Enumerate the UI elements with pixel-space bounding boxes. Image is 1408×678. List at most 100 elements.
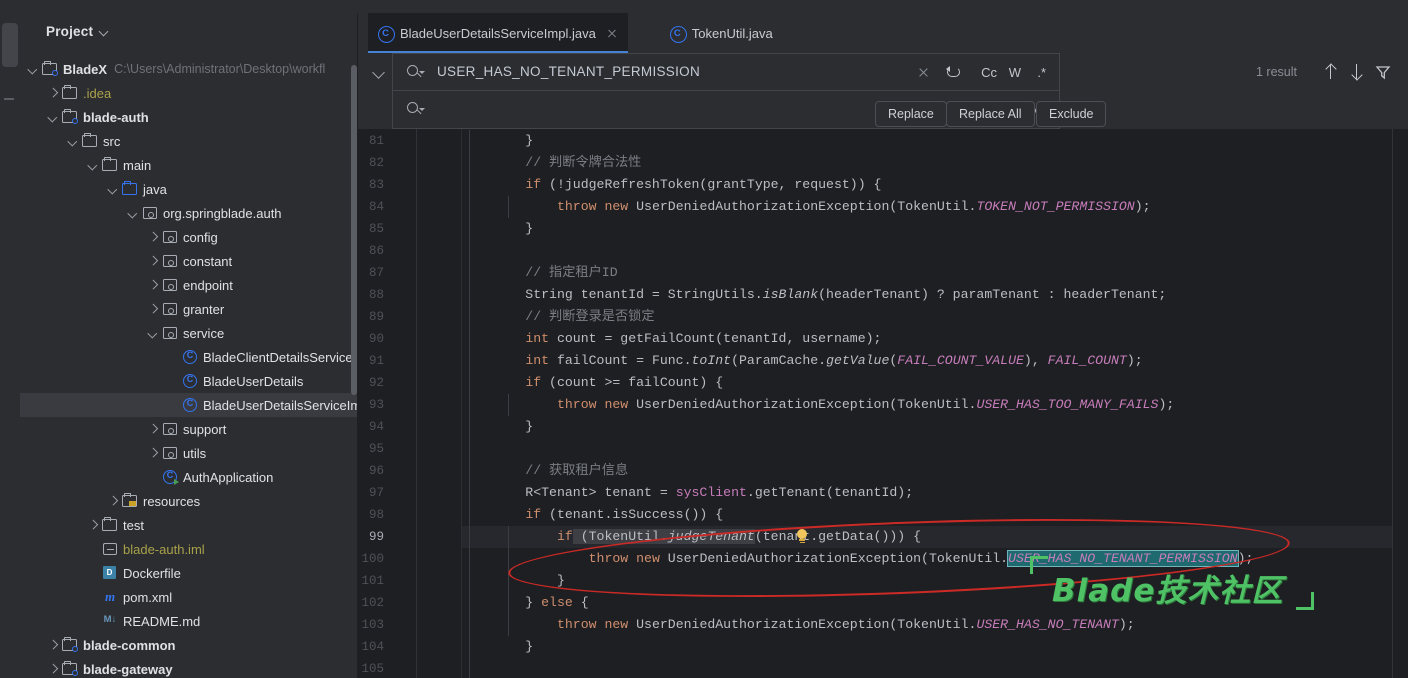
code-line[interactable]: } else {: [462, 592, 588, 614]
code-token: if: [525, 177, 542, 192]
tree-item-bladeuserdetails[interactable]: BladeUserDetails: [20, 369, 358, 393]
code-line[interactable]: }: [462, 416, 533, 438]
tree-item-service[interactable]: service: [20, 321, 358, 345]
tree-item-blade-common[interactable]: blade-common: [20, 633, 358, 657]
code-line[interactable]: // 判断令牌合法性: [462, 152, 641, 174]
tree-item-config[interactable]: config: [20, 225, 358, 249]
code-line[interactable]: }: [462, 636, 533, 658]
tree-item-src[interactable]: src: [20, 129, 358, 153]
code-token: int: [525, 353, 550, 368]
filter-icon[interactable]: [1375, 64, 1391, 80]
package-icon: [162, 421, 178, 437]
close-icon[interactable]: [606, 27, 618, 39]
line-number: 89: [368, 310, 384, 324]
editor-gutter[interactable]: 81 82 83 84 85 86 87 88 89 90 91 92 93 94 95 96 97 98 99 10…: [358, 129, 462, 678]
chevron-down-icon[interactable]: [148, 328, 159, 339]
replace-search-icon[interactable]: [407, 102, 425, 117]
project-panel-header[interactable]: Project: [20, 13, 358, 49]
chevron-right-icon[interactable]: [148, 448, 159, 459]
exclude-button[interactable]: Exclude: [1036, 101, 1107, 127]
code-line[interactable]: String tenantId = StringUtils.isBlank(he…: [462, 284, 1166, 306]
code-line[interactable]: int count = getFailCount(tenantId, usern…: [462, 328, 881, 350]
find-field-row[interactable]: USER_HAS_NO_TENANT_PERMISSION Cc W .*: [392, 53, 1060, 91]
next-match-icon[interactable]: [1349, 64, 1365, 80]
chevron-right-icon[interactable]: [148, 232, 159, 243]
collapse-find-icon[interactable]: [372, 65, 386, 79]
tree-item-resources[interactable]: resources: [20, 489, 358, 513]
tool-window-stripe-left[interactable]: [0, 13, 20, 678]
clear-search-icon[interactable]: [918, 67, 929, 78]
code-line[interactable]: }: [462, 218, 533, 240]
tree-item-org-springblade-auth[interactable]: org.springblade.auth: [20, 201, 358, 225]
project-tool-window-button[interactable]: [2, 23, 18, 67]
regex-toggle[interactable]: .*: [1037, 65, 1046, 80]
tree-item-main[interactable]: main: [20, 153, 358, 177]
chevron-down-icon[interactable]: [128, 208, 139, 219]
tree-item-blade-gateway[interactable]: blade-gateway: [20, 657, 358, 678]
tree-item-test[interactable]: test: [20, 513, 358, 537]
tree-item-bladeclientdetailsservicei[interactable]: BladeClientDetailsServiceI: [20, 345, 358, 369]
tree-item-authapplication[interactable]: AuthApplication: [20, 465, 358, 489]
tree-item-bladex[interactable]: BladeX C:\Users\Administrator\Desktop\wor…: [20, 57, 358, 81]
tree-item-endpoint[interactable]: endpoint: [20, 273, 358, 297]
code-line[interactable]: throw new UserDeniedAuthorizationExcepti…: [462, 196, 1151, 218]
tree-item-utils[interactable]: utils: [20, 441, 358, 465]
code-line[interactable]: if (count >= failCount) {: [462, 372, 723, 394]
replace-button[interactable]: Replace: [875, 101, 947, 127]
tree-item-blade-auth-iml[interactable]: blade-auth.iml: [20, 537, 358, 561]
chevron-right-icon[interactable]: [88, 520, 99, 531]
tree-item-pom-xml[interactable]: m pom.xml: [20, 585, 358, 609]
multiline-search-icon[interactable]: [946, 66, 963, 80]
code-token: USER_HAS_TOO_MANY_FAILS: [976, 397, 1159, 412]
tree-item-readme-md[interactable]: M↓ README.md: [20, 609, 358, 633]
code-line[interactable]: if (!judgeRefreshToken(grantType, reques…: [462, 174, 881, 196]
search-icon[interactable]: [407, 65, 425, 80]
chevron-down-icon[interactable]: [28, 64, 39, 75]
code-line[interactable]: R<Tenant> tenant = sysClient.getTenant(t…: [462, 482, 913, 504]
prev-match-icon[interactable]: [1323, 64, 1339, 80]
editor-tab-bar[interactable]: BladeUserDetailsServiceImpl.java TokenUti…: [358, 13, 1408, 53]
code-line[interactable]: // 获取租户信息: [462, 460, 628, 482]
tree-item-constant[interactable]: constant: [20, 249, 358, 273]
tree-item-bladeuserdetailsserviceim[interactable]: BladeUserDetailsServiceIm: [20, 393, 361, 417]
chevron-right-icon[interactable]: [148, 256, 159, 267]
project-tree[interactable]: BladeX C:\Users\Administrator\Desktop\wor…: [20, 57, 361, 678]
chevron-down-icon[interactable]: [100, 27, 109, 36]
chevron-right-icon[interactable]: [148, 304, 159, 315]
code-line[interactable]: throw new UserDeniedAuthorizationExcepti…: [462, 614, 1135, 636]
find-input-value[interactable]: USER_HAS_NO_TENANT_PERMISSION: [437, 64, 700, 79]
line-number: 84: [368, 200, 384, 214]
replace-all-button[interactable]: Replace All: [946, 101, 1035, 127]
code-line[interactable]: }: [462, 130, 533, 152]
code-line[interactable]: // 判断登录是否锁定: [462, 306, 654, 328]
code-line[interactable]: if (tenant.isSuccess()) {: [462, 504, 723, 526]
editor-tab-2[interactable]: TokenUtil.java: [660, 13, 783, 53]
chevron-right-icon[interactable]: [108, 496, 119, 507]
tree-item-blade-auth[interactable]: blade-auth: [20, 105, 358, 129]
tree-item-dockerfile[interactable]: Dockerfile: [20, 561, 358, 585]
code-token: }: [462, 133, 534, 148]
code-token: if: [556, 529, 573, 544]
chevron-right-icon[interactable]: [48, 664, 59, 675]
code-line[interactable]: int failCount = Func.toInt(ParamCache.ge…: [462, 350, 1142, 372]
chevron-down-icon[interactable]: [48, 112, 59, 123]
tree-item-support[interactable]: support: [20, 417, 358, 441]
match-case-toggle[interactable]: Cc: [981, 65, 997, 80]
tree-item-granter[interactable]: granter: [20, 297, 358, 321]
chevron-right-icon[interactable]: [148, 424, 159, 435]
code-line[interactable]: // 指定租户ID: [462, 262, 617, 284]
words-toggle[interactable]: W: [1009, 65, 1021, 80]
chevron-down-icon[interactable]: [108, 184, 119, 195]
chevron-right-icon[interactable]: [48, 88, 59, 99]
tree-item-java[interactable]: java: [20, 177, 358, 201]
chevron-down-icon[interactable]: [88, 160, 99, 171]
chevron-down-icon[interactable]: [68, 136, 79, 147]
tree-item-idea[interactable]: .idea: [20, 81, 358, 105]
chevron-right-icon[interactable]: [48, 640, 59, 651]
editor-tab-1[interactable]: BladeUserDetailsServiceImpl.java: [368, 13, 628, 53]
chevron-right-icon[interactable]: [148, 280, 159, 291]
code-line[interactable]: throw new UserDeniedAuthorizationExcepti…: [462, 394, 1174, 416]
find-replace-toolbar: USER_HAS_NO_TENANT_PERMISSION Cc W .* AA…: [358, 53, 1408, 129]
